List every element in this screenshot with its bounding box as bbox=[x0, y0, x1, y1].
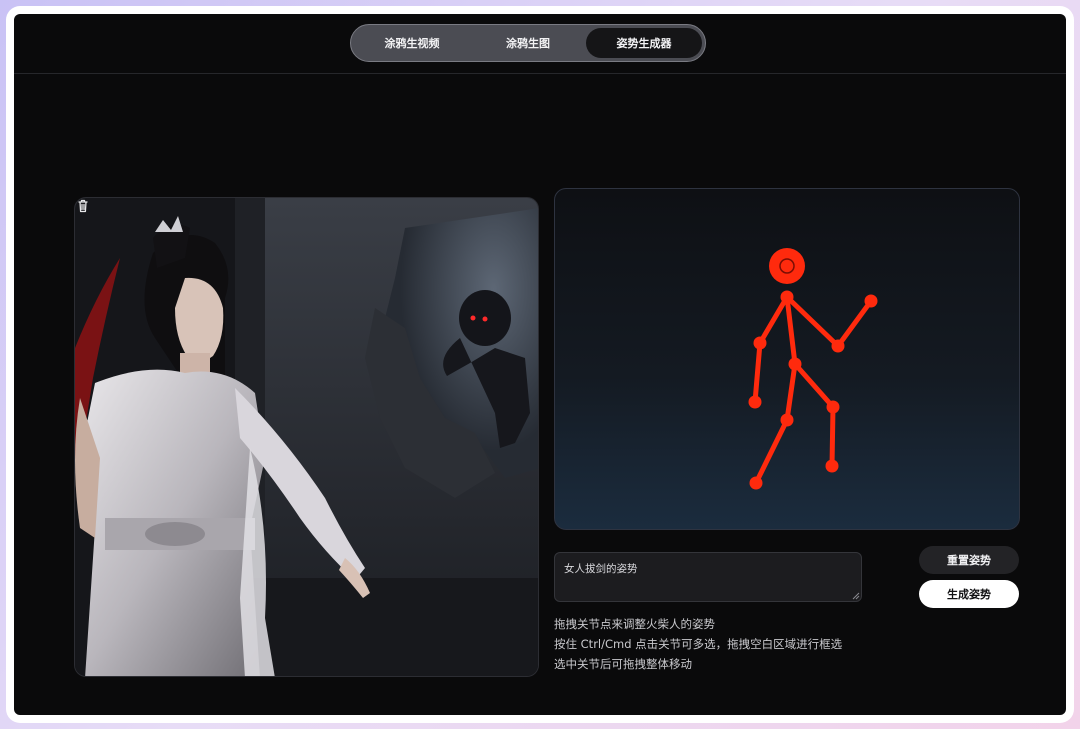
pose-editor-canvas[interactable] bbox=[554, 188, 1020, 530]
pose-generator-app: 涂鸦生视频 涂鸦生图 姿势生成器 女人拔剑的姿势 重置姿势 生成姿势 拖拽关节点… bbox=[14, 14, 1066, 715]
resize-grip-icon[interactable] bbox=[852, 592, 860, 600]
joint-neck[interactable] bbox=[780, 290, 794, 304]
reference-image-art bbox=[75, 198, 538, 676]
trash-icon[interactable] bbox=[75, 198, 91, 214]
joint-hip[interactable] bbox=[788, 357, 802, 371]
joint-foot-left[interactable] bbox=[749, 476, 763, 490]
joint-elbow-left[interactable] bbox=[753, 336, 767, 350]
generate-pose-button[interactable]: 生成姿势 bbox=[919, 580, 1019, 608]
bone-thigh-right bbox=[792, 361, 836, 410]
pose-prompt-input[interactable]: 女人拔剑的姿势 bbox=[554, 552, 862, 602]
hint-line: 拖拽关节点来调整火柴人的姿势 bbox=[554, 617, 715, 631]
hint-line: 选中关节后可拖拽整体移动 bbox=[554, 657, 692, 671]
joint-foot-right[interactable] bbox=[825, 459, 839, 473]
stick-figure[interactable] bbox=[555, 189, 1020, 530]
bone-upper-arm-right bbox=[784, 294, 841, 349]
skeleton-bones bbox=[752, 294, 874, 486]
joint-knee-right[interactable] bbox=[826, 400, 840, 414]
bone-shin-right bbox=[829, 404, 836, 469]
top-bar: 涂鸦生视频 涂鸦生图 姿势生成器 bbox=[14, 14, 1066, 74]
bone-upper-arm-left bbox=[757, 294, 790, 346]
tab-doodle-to-image[interactable]: 涂鸦生图 bbox=[470, 28, 586, 58]
joint-hand-right[interactable] bbox=[864, 294, 878, 308]
bone-spine bbox=[784, 294, 798, 367]
tab-pose-generator[interactable]: 姿势生成器 bbox=[586, 28, 702, 58]
mode-tabs: 涂鸦生视频 涂鸦生图 姿势生成器 bbox=[350, 24, 706, 62]
reference-image bbox=[74, 197, 539, 677]
bone-forearm-right bbox=[835, 298, 874, 349]
bone-thigh-left bbox=[784, 361, 798, 423]
joint-elbow-right[interactable] bbox=[831, 339, 845, 353]
joint-hand-left[interactable] bbox=[748, 395, 762, 409]
usage-hints: 拖拽关节点来调整火柴人的姿势 按住 Ctrl/Cmd 点击关节可多选，拖拽空白区… bbox=[554, 614, 884, 674]
reset-pose-button[interactable]: 重置姿势 bbox=[919, 546, 1019, 574]
bone-forearm-left bbox=[752, 340, 763, 405]
bone-shin-left bbox=[753, 417, 790, 486]
hint-line: 按住 Ctrl/Cmd 点击关节可多选，拖拽空白区域进行框选 bbox=[554, 637, 843, 651]
tab-doodle-to-video[interactable]: 涂鸦生视频 bbox=[354, 28, 470, 58]
joint-knee-left[interactable] bbox=[780, 413, 794, 427]
joint-head[interactable] bbox=[769, 248, 805, 284]
